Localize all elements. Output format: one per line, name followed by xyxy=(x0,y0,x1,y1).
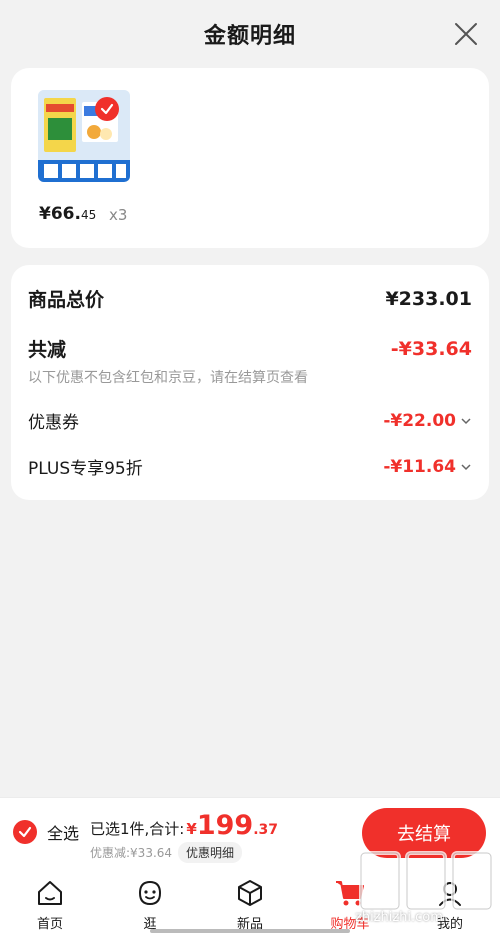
tab-home-label: 首页 xyxy=(36,917,63,932)
reduction-row: 共减 -¥33.64 xyxy=(28,335,472,362)
checkbox-checked-icon[interactable] xyxy=(13,820,37,844)
checkout-bar: 全选 已选1件,合计: ¥ 199 .37 优惠减:¥33.64 优惠明细 去结… xyxy=(0,797,500,867)
total-price-value: ¥233.01 xyxy=(385,287,472,310)
order-summary: 已选1件,合计: ¥ 199 .37 xyxy=(90,810,278,841)
product-price: ¥66.45 xyxy=(39,204,96,224)
discount-detail-button[interactable]: 优惠明细 xyxy=(178,842,243,863)
tab-home[interactable]: 首页 xyxy=(0,867,100,937)
coupon-label: 优惠券 xyxy=(28,413,79,433)
watermark-text: zhizhizhi.com xyxy=(355,910,443,925)
total-amount-dec: .37 xyxy=(253,822,278,838)
sheet-title: 金额明细 xyxy=(203,24,296,49)
product-quantity: x3 xyxy=(109,206,128,224)
reduction-label: 共减 xyxy=(28,339,67,361)
total-amount-int: 199 xyxy=(196,810,254,841)
tab-browse[interactable]: 逛 xyxy=(100,867,200,937)
person-icon xyxy=(434,877,466,909)
product-price-cents: 45 xyxy=(80,208,97,222)
chevron-down-icon xyxy=(461,417,471,424)
box-icon xyxy=(234,877,266,909)
plus-discount-label: PLUS专享95折 xyxy=(28,459,143,479)
plus-discount-value: -¥11.64 xyxy=(383,456,456,477)
savings-line: 优惠减:¥33.64 优惠明细 xyxy=(90,842,243,863)
product-price-main: ¥66. xyxy=(39,204,81,224)
price-detail-card: 商品总价 ¥233.01 共减 -¥33.64 以下优惠不包含红包和京豆，请在结… xyxy=(11,265,489,500)
tab-cart[interactable]: 购物车 xyxy=(300,867,400,937)
product-card: ¥66.45 x3 xyxy=(11,68,489,248)
checkout-button[interactable]: 去结算 xyxy=(362,808,486,858)
chevron-down-icon xyxy=(461,463,471,470)
summary-text: 已选1件,合计: xyxy=(90,820,185,838)
coupon-value: -¥22.00 xyxy=(383,410,456,431)
total-price-label: 商品总价 xyxy=(28,289,105,311)
cart-icon xyxy=(334,877,366,909)
tab-me[interactable]: 我的 xyxy=(400,867,500,937)
tab-new[interactable]: 新品 xyxy=(200,867,300,937)
reduction-value: -¥33.64 xyxy=(390,337,472,360)
bottom-tab-bar: 首页 逛 新品 购物车 我的 xyxy=(0,867,500,937)
total-currency: ¥ xyxy=(186,820,197,838)
coupon-row[interactable]: 优惠券 -¥22.00 xyxy=(28,408,472,433)
reduction-note: 以下优惠不包含红包和京豆，请在结算页查看 xyxy=(28,370,308,386)
close-icon xyxy=(455,23,477,45)
savings-text: 优惠减:¥33.64 xyxy=(90,846,173,860)
sheet-header: 金额明细 xyxy=(0,0,500,68)
selected-check-icon[interactable] xyxy=(95,97,119,121)
plus-discount-row[interactable]: PLUS专享95折 -¥11.64 xyxy=(28,454,472,479)
home-indicator xyxy=(150,929,350,933)
close-button[interactable] xyxy=(452,20,480,48)
face-icon xyxy=(134,877,166,909)
select-all-toggle[interactable]: 全选 xyxy=(13,820,79,844)
total-price-row: 商品总价 ¥233.01 xyxy=(28,285,472,312)
select-all-label: 全选 xyxy=(47,824,80,843)
home-icon xyxy=(34,877,66,909)
